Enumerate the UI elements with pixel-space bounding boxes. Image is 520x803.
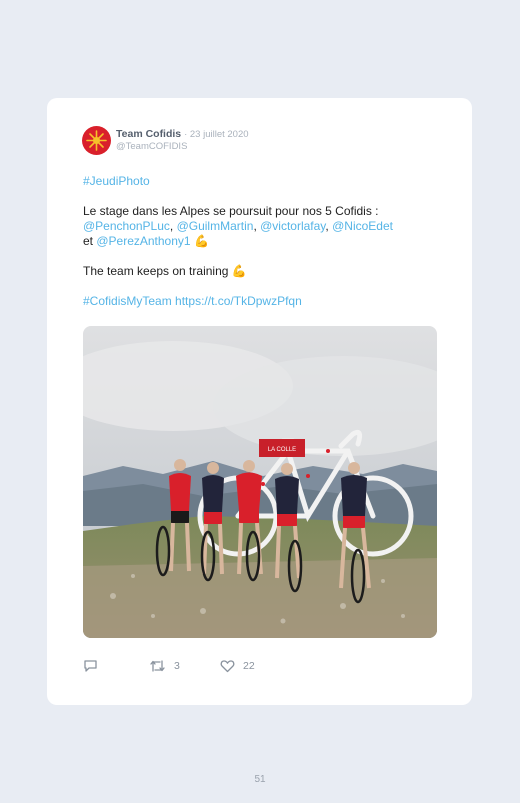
like-button[interactable]: 22	[220, 659, 255, 673]
separator: ,	[169, 219, 177, 233]
url-link[interactable]: https://t.co/TkDpwzPfqn	[175, 294, 302, 308]
tweet-line-text: The team keeps on training	[83, 264, 229, 278]
emoji-icon: 💪	[193, 234, 209, 248]
avatar[interactable]	[82, 126, 111, 155]
tweet-date[interactable]: · 23 juillet 2020	[184, 129, 248, 140]
heart-icon	[220, 660, 235, 673]
mention-link[interactable]: @PerezAnthony1	[96, 234, 190, 248]
hashtag-link[interactable]: #CofidisMyTeam	[83, 294, 172, 308]
like-count: 22	[243, 660, 255, 672]
reply-button[interactable]	[83, 659, 98, 673]
tweet-actions: 3 22	[83, 659, 383, 675]
mention-link[interactable]: @PenchonPLuc	[83, 219, 170, 233]
tweet-photo[interactable]: LA COLLE	[83, 326, 437, 638]
tweet-text: #JeudiPhoto Le stage dans les Alpes se p…	[83, 174, 438, 309]
page-number: 51	[254, 774, 266, 785]
mention-link[interactable]: @NicoEdet	[332, 219, 393, 233]
retweet-button[interactable]: 3	[149, 659, 180, 673]
team-photo-image: LA COLLE	[83, 326, 437, 638]
reply-icon	[84, 660, 97, 672]
mention-link[interactable]: @GuilmMartin	[177, 219, 254, 233]
sign-text: LA COLLE	[268, 447, 296, 453]
retweet-icon	[150, 660, 165, 672]
emoji-icon: 💪	[231, 264, 247, 278]
cofidis-logo-icon	[82, 126, 111, 155]
mention-link[interactable]: @victorlafay	[260, 219, 325, 233]
author-name[interactable]: Team Cofidis	[116, 128, 181, 140]
tweet-line-text: Le stage dans les Alpes se poursuit pour…	[83, 204, 379, 218]
hashtag-link[interactable]: #JeudiPhoto	[83, 174, 150, 188]
retweet-count: 3	[174, 660, 180, 672]
author-handle[interactable]: @TeamCOFIDIS	[116, 141, 187, 152]
conjunction-text: et	[83, 234, 97, 248]
tweet-card: Team Cofidis · 23 juillet 2020 @TeamCOFI…	[47, 98, 472, 705]
